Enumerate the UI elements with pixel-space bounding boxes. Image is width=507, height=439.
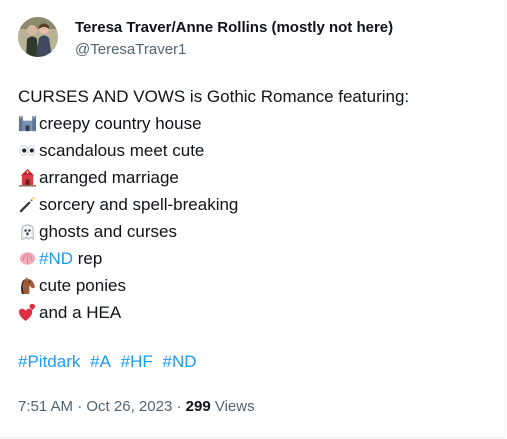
nd-hashtag-link[interactable]: #ND [39, 245, 73, 272]
heart-exclamation-icon [18, 303, 37, 322]
tweet-time[interactable]: 7:51 AM [18, 398, 73, 415]
tweet-intro: CURSES AND VOWS is Gothic Romance featur… [18, 87, 410, 106]
author-display-name[interactable]: Teresa Traver/Anne Rollins (mostly not h… [75, 19, 393, 36]
list-item: #ND rep [18, 245, 488, 272]
author-handle[interactable]: @TeresaTraver1 [75, 41, 186, 58]
list-item: sorcery and spell-breaking [18, 191, 488, 218]
item-text: scandalous meet cute [39, 141, 205, 160]
eyes-icon [18, 141, 37, 160]
horse-icon [18, 276, 37, 295]
item-text: sorcery and spell-breaking [39, 195, 239, 214]
brain-icon [18, 249, 37, 268]
list-item: cute ponies [18, 272, 488, 299]
list-item: scandalous meet cute [18, 137, 488, 164]
separator: · [73, 398, 87, 415]
castle-icon [18, 114, 37, 133]
magic-wand-icon [18, 195, 37, 214]
avatar[interactable] [18, 17, 58, 57]
wedding-chapel-icon [18, 168, 37, 187]
list-item: and a HEA [18, 299, 488, 326]
hashtag-link[interactable]: #A [90, 352, 111, 371]
hashtag-link[interactable]: #HF [121, 352, 153, 371]
item-text: ghosts and curses [39, 222, 177, 241]
item-text: cute ponies [39, 276, 126, 295]
tweet-text: CURSES AND VOWS is Gothic Romance featur… [18, 83, 488, 326]
list-item: creepy country house [18, 110, 488, 137]
item-text: and a HEA [39, 303, 122, 322]
tweet-card: Teresa Traver/Anne Rollins (mostly not h… [0, 0, 506, 438]
hashtag-row: #Pitdark #A #HF #ND [18, 352, 202, 372]
separator: · [172, 398, 186, 415]
list-item: arranged marriage [18, 164, 488, 191]
views-label: Views [210, 398, 255, 415]
ghost-icon [18, 222, 37, 241]
views-count[interactable]: 299 [186, 398, 211, 415]
item-text: creepy country house [39, 114, 202, 133]
list-item: ghosts and curses [18, 218, 488, 245]
tweet-meta: 7:51 AM · Oct 26, 2023 · 299 Views [18, 398, 255, 415]
hashtag-link[interactable]: #Pitdark [18, 352, 80, 371]
hashtag-link[interactable]: #ND [163, 352, 197, 371]
item-text: rep [73, 249, 103, 268]
tweet-date[interactable]: Oct 26, 2023 [86, 398, 172, 415]
item-text: arranged marriage [39, 168, 179, 187]
